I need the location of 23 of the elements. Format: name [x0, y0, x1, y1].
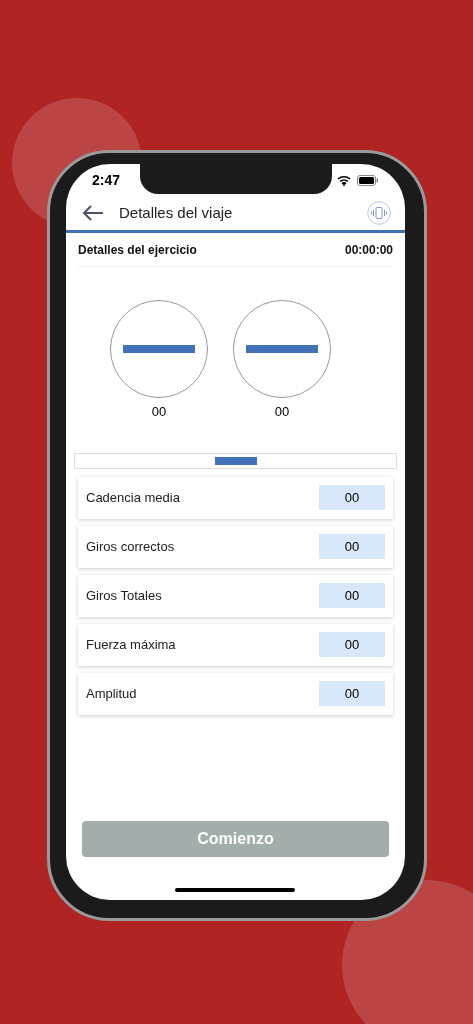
- gauge-value: 00: [274, 403, 290, 421]
- metric-value: 00: [319, 534, 385, 559]
- back-arrow-icon[interactable]: [82, 205, 104, 221]
- wifi-icon: [337, 174, 351, 186]
- battery-icon: [357, 174, 379, 186]
- gauge-needle: [246, 345, 318, 353]
- metric-value: 00: [319, 632, 385, 657]
- section-title: Detalles del ejercicio: [78, 241, 197, 259]
- metric-label: Amplitud: [86, 684, 137, 703]
- gauge-value: 00: [151, 403, 167, 421]
- timer: 00:00:00: [344, 241, 393, 259]
- metric-value: 00: [319, 485, 385, 510]
- gauge-needle: [123, 345, 195, 353]
- metric-value: 00: [319, 583, 385, 608]
- metric-value: 00: [319, 681, 385, 706]
- metric-label: Giros correctos: [86, 537, 175, 556]
- metric-label: Giros Totales: [86, 586, 162, 605]
- phone-vibrate-icon[interactable]: [367, 201, 391, 225]
- metric-label: Fuerza máxima: [86, 635, 176, 654]
- page-title: Detalles del viaje: [119, 202, 233, 223]
- metric-label: Cadencia media: [86, 488, 180, 507]
- indicator-bar: [214, 456, 257, 465]
- status-time: 2:47: [92, 170, 121, 190]
